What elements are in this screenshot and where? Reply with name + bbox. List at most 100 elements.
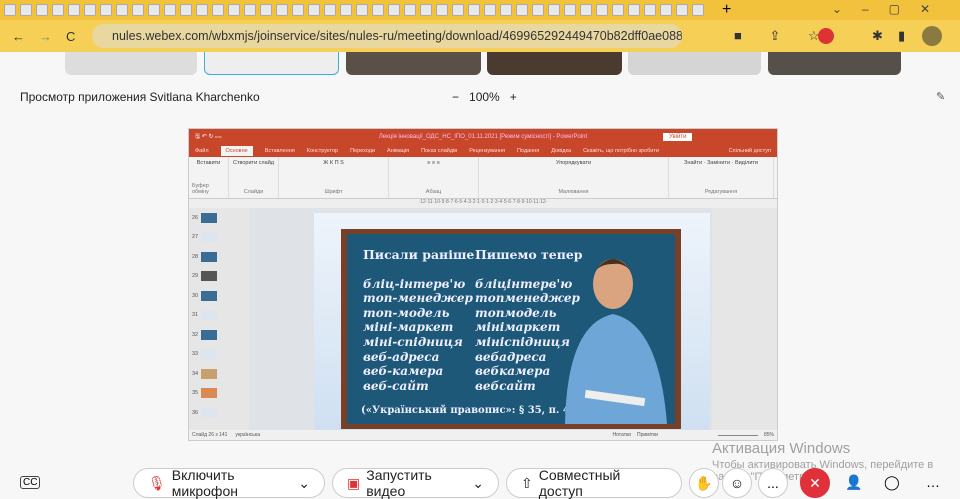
ribbon-button[interactable]: Ж К П S [323,160,344,166]
tab-favicon[interactable] [644,4,656,16]
tab-favicon[interactable] [212,4,224,16]
ribbon-button[interactable]: Упорядкувати [556,160,591,166]
raise-hand-button[interactable]: ✋ [689,468,719,498]
address-icons[interactable]: ■ ⇪ ☆ [734,28,832,44]
tab-favicon[interactable] [372,4,384,16]
tab-favicon[interactable] [244,4,256,16]
tab-favicon[interactable] [628,4,640,16]
tab-favicon[interactable] [36,4,48,16]
slide-thumbnail[interactable]: 30 [189,286,233,306]
captions-icon[interactable]: CC [20,476,41,489]
tab-favicon[interactable] [84,4,96,16]
ribbon-tab[interactable]: Довідка [551,148,571,154]
tab-favicon[interactable] [148,4,160,16]
slide-thumbnail[interactable]: 32 [189,325,233,345]
back-icon[interactable]: ← [12,29,25,44]
slide-thumbnail[interactable]: 33 [189,345,233,365]
slide-thumbnail[interactable]: 28 [189,247,233,267]
tab-favicon[interactable] [292,4,304,16]
tab-favicon[interactable] [516,4,528,16]
tab-favicon[interactable] [68,4,80,16]
tab-favicon[interactable] [676,4,688,16]
participants-icon[interactable]: 👤 [845,474,862,491]
tab-favicon[interactable] [100,4,112,16]
ribbon-tab[interactable]: Файл [195,148,209,154]
zoom-in-button[interactable]: + [510,90,517,104]
tab-favicon[interactable] [404,4,416,16]
participant-tile[interactable] [628,52,761,75]
tab-favicon[interactable] [596,4,608,16]
zoom-out-button[interactable]: − [452,90,459,104]
chevron-down-icon[interactable]: ⌄ [298,475,310,492]
tab-favicon[interactable] [164,4,176,16]
tab-favicon[interactable] [564,4,576,16]
unmute-button[interactable]: 🎙 Включить микрофон ⌄ [133,467,325,499]
slide-thumbnail[interactable]: 31 [189,306,233,326]
tab-favicon[interactable] [612,4,624,16]
tab-favicon[interactable] [420,4,432,16]
tab-favicon[interactable] [388,4,400,16]
more-options-button[interactable]: ... [758,468,788,498]
tab-favicon[interactable] [452,4,464,16]
ribbon-button[interactable]: ≡ ≡ ≡ [427,160,440,166]
shared-powerpoint-window[interactable]: 🖫 ↶ ↻ ▭ Лекція інновації_ОДС_НС_ІПО_01.1… [188,128,778,441]
sidepanel-icon[interactable]: ▮ [898,28,905,44]
forward-icon[interactable]: → [39,29,52,44]
ribbon-tab[interactable]: Скажіть, що потрібно зробити [583,148,659,154]
ribbon-tab[interactable]: Вставлення [265,148,295,154]
tab-favicon[interactable] [692,4,704,16]
chevron-down-icon[interactable]: ⌄ [472,475,484,492]
tab-favicon[interactable] [580,4,592,16]
quick-access-icons[interactable]: 🖫 ↶ ↻ ▭ [195,132,221,142]
browser-tab-strip[interactable]: + ⌄–▢✕ [0,0,960,20]
tab-favicon[interactable] [356,4,368,16]
tab-favicon[interactable] [196,4,208,16]
share-button[interactable]: ⇧ Совместный доступ [506,467,682,499]
reload-icon[interactable]: C [66,29,75,44]
signin-button[interactable]: Увійти [663,132,693,141]
ribbon-button[interactable]: Створити слайд [233,160,274,166]
slide-thumbnails[interactable]: 26 27 28 29 30 31 32 33 34 35 36 [189,208,233,430]
participant-tile[interactable] [346,52,481,75]
ribbon-tab[interactable]: Анімація [387,148,409,154]
participant-tile[interactable] [65,52,197,75]
slide-thumbnail[interactable]: 36 [189,403,233,423]
window-controls[interactable]: ⌄–▢✕ [832,2,950,16]
language[interactable]: українська [235,432,260,438]
reactions-button[interactable]: ☺ [722,468,752,498]
ribbon-tab[interactable]: Переходи [350,148,375,154]
url-input[interactable]: nules.webex.com/wbxmjs/joinservice/sites… [92,24,682,48]
participant-tile[interactable] [768,52,901,75]
ribbon-tab[interactable]: Основне [220,145,253,156]
zoom-slider[interactable] [717,434,758,436]
tab-favicon[interactable] [500,4,512,16]
tab-favicon[interactable] [276,4,288,16]
ribbon-tab[interactable]: Подання [517,148,539,154]
ribbon-button[interactable]: Знайти · Замінити · Виділити [684,160,758,166]
tab-favicon[interactable] [484,4,496,16]
adblock-icon[interactable] [818,28,834,44]
ribbon-tab[interactable]: Показ слайдів [421,148,457,154]
tab-favicon[interactable] [132,4,144,16]
tab-favicon[interactable] [180,4,192,16]
more-icon[interactable]: … [926,474,940,490]
tab-favicon[interactable] [116,4,128,16]
participant-tile-active[interactable] [204,52,339,75]
new-tab-button[interactable]: + [722,1,731,19]
profile-avatar[interactable] [922,26,942,46]
ribbon-tab[interactable]: Рецензування [469,148,505,154]
start-video-button[interactable]: ▣ Запустить видео ⌄ [332,467,499,499]
tab-favicon[interactable] [532,4,544,16]
tab-favicon[interactable] [340,4,352,16]
share-button[interactable]: Спільний доступ [729,148,771,154]
annotate-icon[interactable]: ✎ [936,90,945,103]
tab-favicon[interactable] [228,4,240,16]
tab-favicon[interactable] [52,4,64,16]
tab-favicon[interactable] [660,4,672,16]
tab-favicon[interactable] [468,4,480,16]
participant-tile[interactable] [487,52,622,75]
tab-favicon[interactable] [260,4,272,16]
slide-thumbnail[interactable]: 26 [189,208,233,228]
comments-button[interactable]: Примітки [637,432,658,438]
chat-icon[interactable]: ◯ [884,474,900,491]
